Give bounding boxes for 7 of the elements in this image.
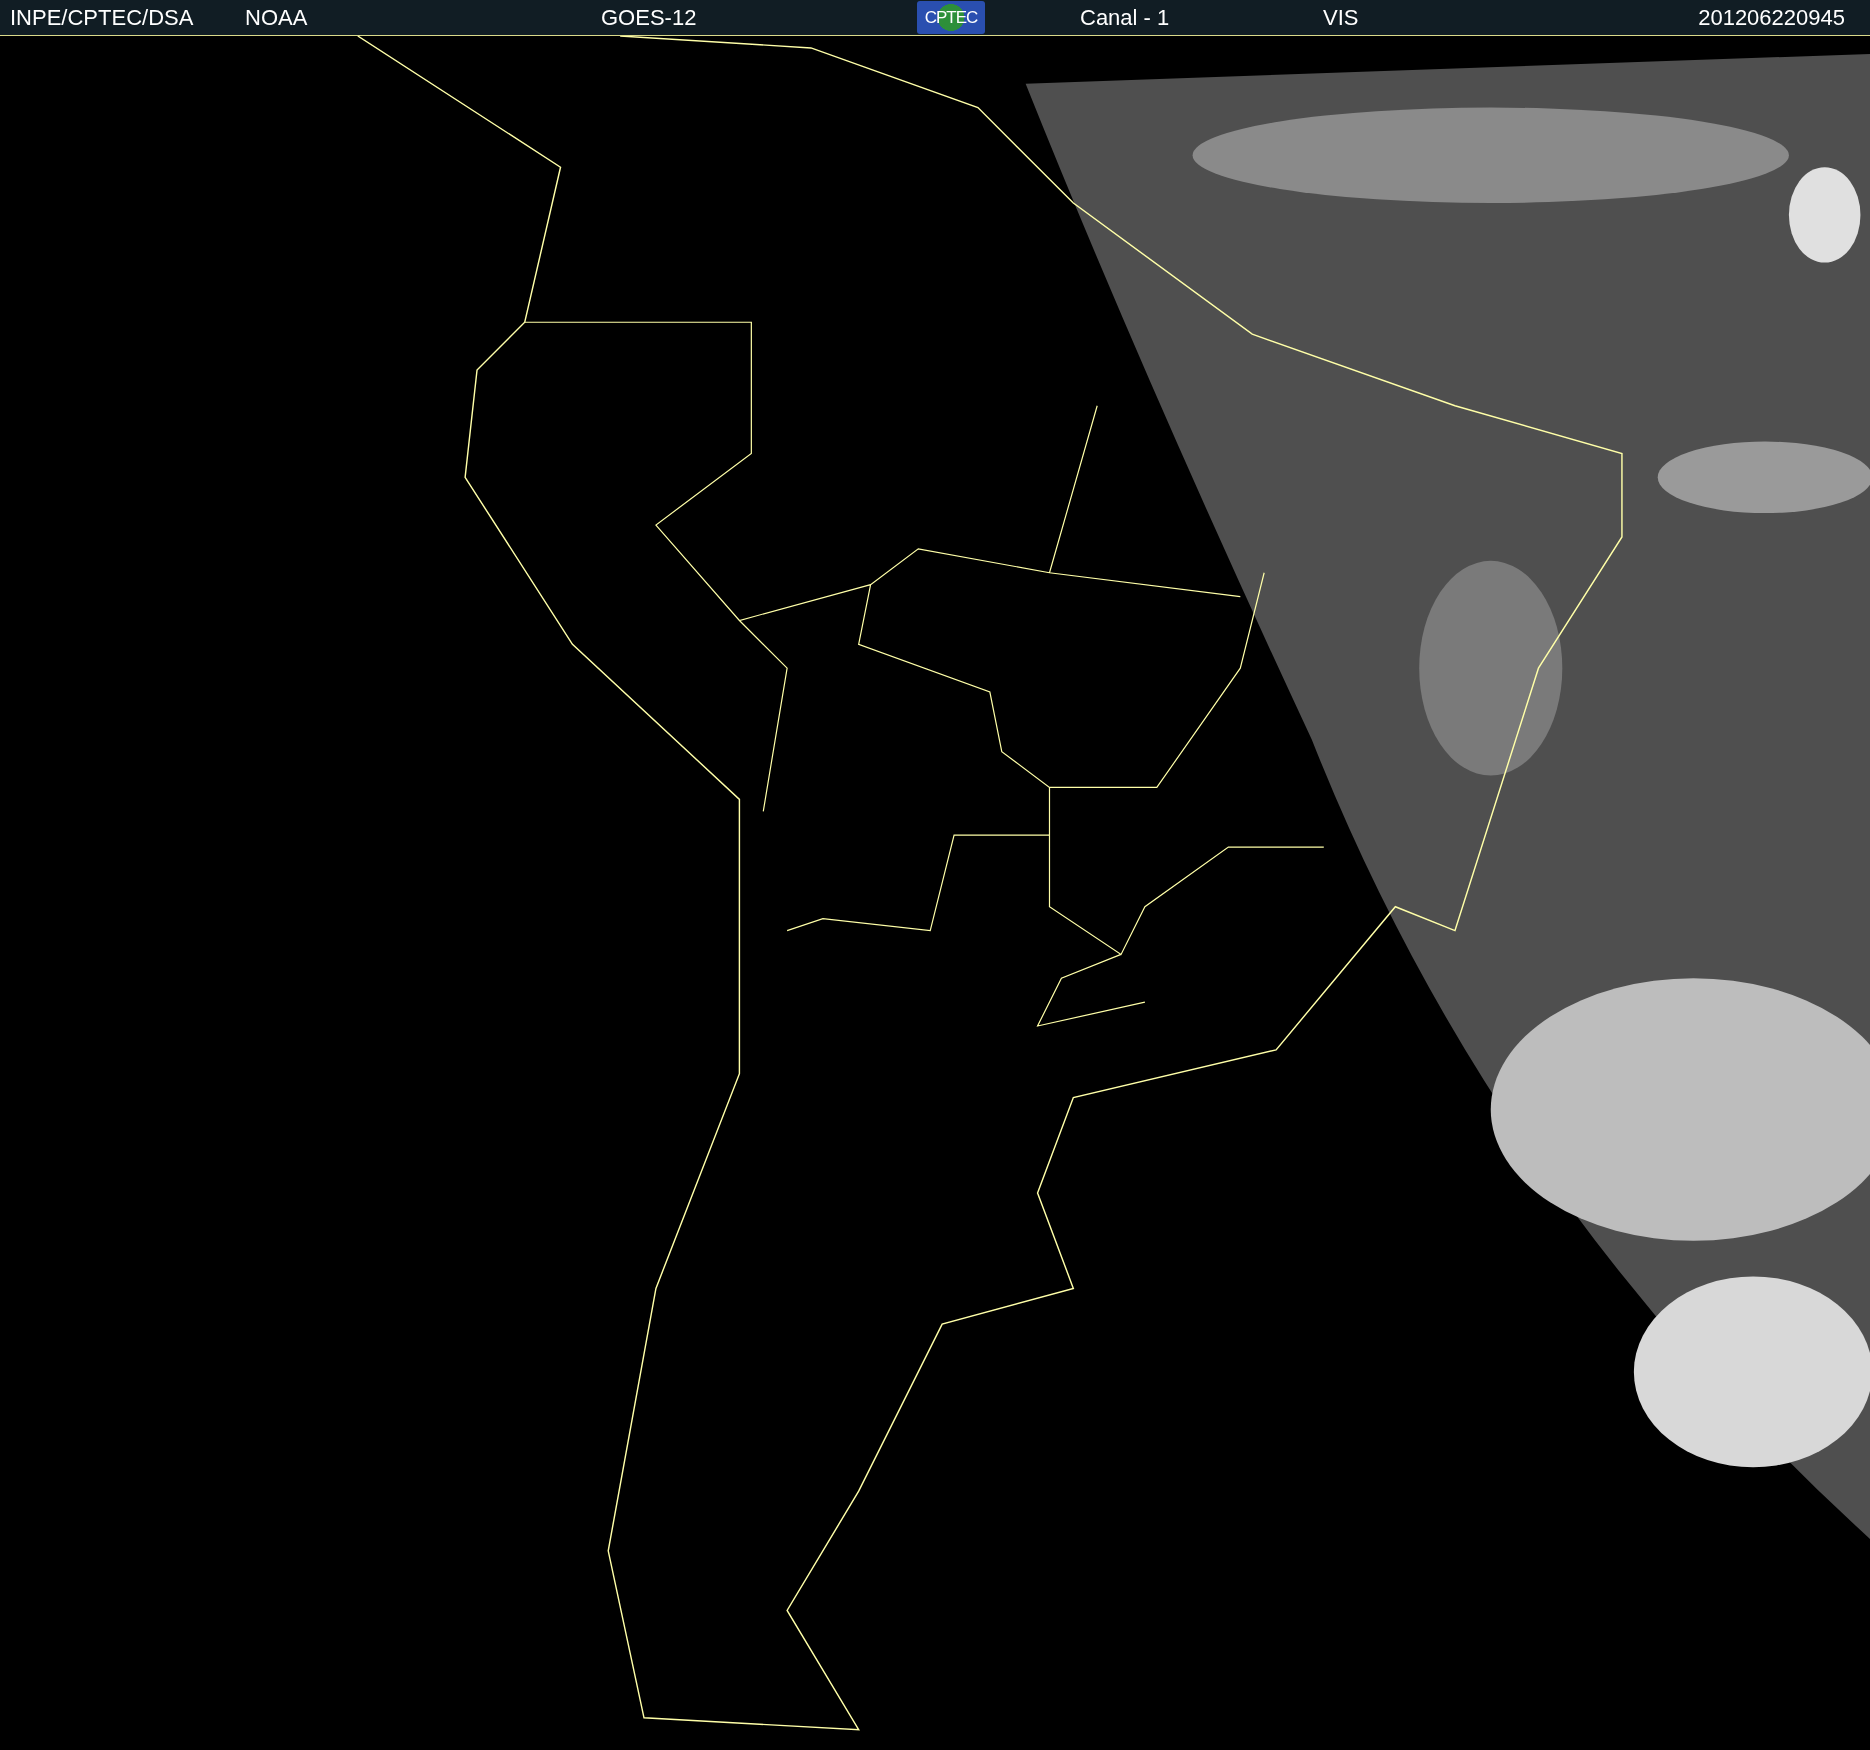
header-label: VIS bbox=[1323, 4, 1359, 31]
header-label: INPE/CPTEC/DSA bbox=[10, 4, 194, 31]
logo: CPTEC bbox=[917, 1, 985, 34]
header-label: NOAA bbox=[245, 4, 308, 31]
header-label: 201206220945 bbox=[1698, 4, 1845, 31]
header-label: Canal - 1 bbox=[1080, 4, 1170, 31]
header-label: GOES-12 bbox=[601, 4, 697, 31]
